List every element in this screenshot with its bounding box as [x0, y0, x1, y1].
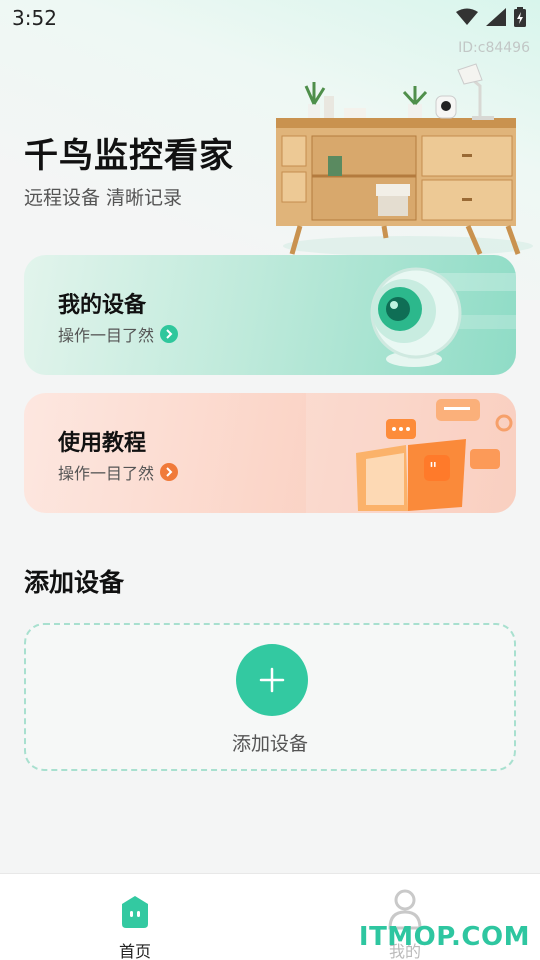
card-subtitle-tutorial: 操作一目了然 — [58, 460, 179, 484]
battery-charging-icon — [514, 7, 526, 27]
wifi-icon — [456, 8, 478, 25]
section-title-add-device: 添加设备 — [24, 568, 125, 597]
chevron-right-icon — [160, 325, 179, 343]
signal-icon — [486, 8, 506, 26]
page-title: 千鸟监控看家 — [24, 136, 234, 176]
card-subtitle-my-devices: 操作一目了然 — [58, 322, 179, 346]
page-subtitle: 远程设备 清晰记录 — [24, 187, 183, 209]
tutorial-card[interactable]: " 使用教程 操作一目了然 — [24, 393, 516, 513]
add-device-panel[interactable]: 添加设备 — [24, 623, 516, 771]
my-devices-card[interactable]: 我的设备 操作一目了然 — [24, 255, 516, 375]
plus-icon — [259, 667, 285, 693]
status-bar: 3:52 — [0, 0, 540, 36]
card-title-tutorial: 使用教程 — [58, 431, 147, 456]
card-title-my-devices: 我的设备 — [58, 293, 147, 318]
device-id: ID:c84496 — [458, 40, 530, 56]
camera-illustration — [370, 267, 516, 367]
chevron-right-icon — [160, 463, 179, 481]
add-device-label: 添加设备 — [231, 733, 308, 755]
site-watermark: ITMOP.COM — [358, 922, 530, 952]
svg-text:": " — [429, 459, 437, 480]
status-icons — [456, 7, 526, 27]
home-icon — [122, 896, 148, 928]
nav-item-home[interactable]: 首页 — [95, 884, 175, 960]
book-illustration: " — [306, 393, 516, 513]
card-subtitle-text: 操作一目了然 — [58, 326, 155, 345]
furniture-illustration — [276, 63, 533, 256]
add-device-button[interactable] — [236, 644, 308, 716]
card-subtitle-text: 操作一目了然 — [58, 464, 155, 483]
nav-label-home: 首页 — [118, 942, 151, 960]
status-time: 3:52 — [12, 6, 57, 30]
